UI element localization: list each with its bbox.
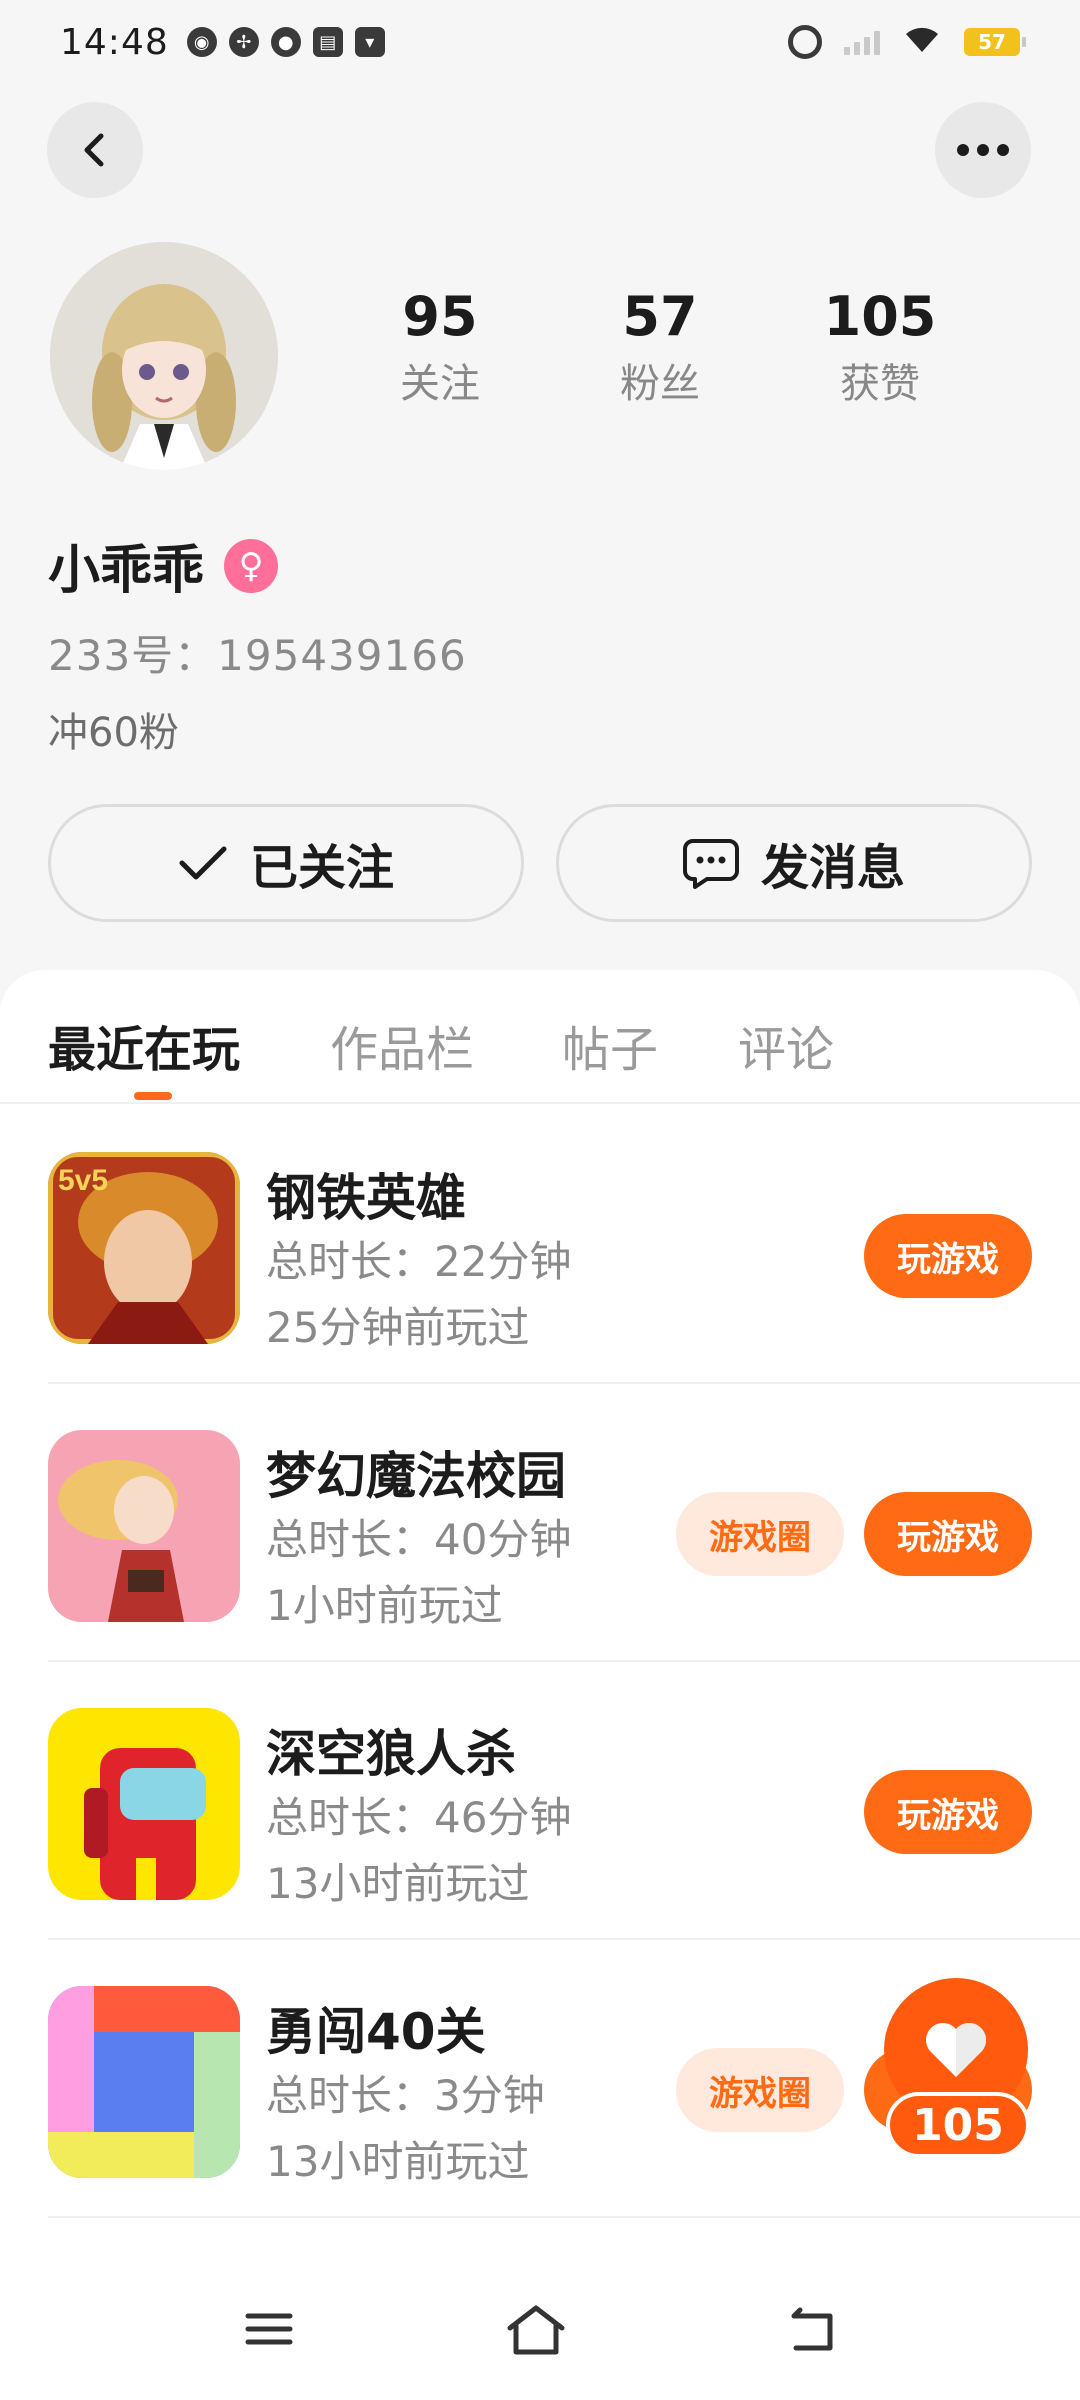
check-icon — [179, 846, 227, 880]
username: 小乖乖 — [48, 541, 205, 601]
avatar-illustration — [50, 242, 278, 470]
message-button-label: 发消息 — [760, 840, 905, 896]
game-icon — [48, 1986, 240, 2178]
home-icon[interactable] — [506, 2304, 566, 2356]
stat-label: 关注 — [400, 361, 480, 407]
alarm-icon — [788, 25, 822, 59]
account-id: 233号：195439166 — [48, 631, 467, 680]
tab-comments[interactable]: 评论 — [738, 1010, 834, 1080]
game-duration: 总时长：46分钟 — [266, 1793, 572, 1842]
status-bar: 14:48 ◉ ✢ ● ▤ ▾ 57 — [0, 0, 1080, 84]
tab-bar: 最近在玩 作品栏 帖子 评论 — [0, 970, 1080, 1104]
chevron-left-icon — [84, 133, 104, 167]
game-list-item[interactable]: 5v5 钢铁英雄 总时长：22分钟 25分钟前玩过 玩游戏 — [48, 1106, 1080, 1384]
menu-icon[interactable] — [244, 2304, 294, 2354]
game-last-played: 13小时前玩过 — [266, 2137, 530, 2186]
game-icon: 5v5 — [48, 1152, 240, 1344]
game-last-played: 25分钟前玩过 — [266, 1303, 530, 1352]
more-dots-icon — [957, 144, 1009, 156]
signal-icon — [844, 29, 880, 55]
back-button[interactable] — [47, 102, 143, 198]
floating-like-button[interactable]: 105 — [866, 1978, 1030, 2160]
game-title: 深空狼人杀 — [266, 1725, 516, 1783]
bio: 冲60粉 — [48, 710, 179, 756]
system-navigation-bar — [0, 2270, 1080, 2400]
chat-bubble-icon — [682, 839, 739, 889]
game-title: 梦幻魔法校园 — [266, 1447, 566, 1505]
profile-stats: 95 关注 57 粉丝 105 获赞 — [360, 285, 1000, 407]
game-icon — [48, 1430, 240, 1622]
more-button[interactable] — [935, 102, 1031, 198]
stat-value: 57 — [622, 285, 698, 348]
svg-text:5v5: 5v5 — [58, 1164, 108, 1197]
stat-value: 105 — [823, 285, 937, 348]
play-game-button[interactable]: 玩游戏 — [864, 1770, 1032, 1854]
game-duration: 总时长：40分钟 — [266, 1515, 572, 1564]
fan-icon: ✢ — [228, 27, 259, 57]
system-icons: 57 — [788, 24, 1026, 60]
game-list-item[interactable]: 深空狼人杀 总时长：46分钟 13小时前玩过 玩游戏 — [48, 1662, 1080, 1940]
stat-value: 95 — [402, 285, 478, 348]
mail-icon: ▾ — [354, 27, 385, 57]
message-button[interactable]: 发消息 — [556, 804, 1032, 922]
game-last-played: 1小时前玩过 — [266, 1581, 503, 1630]
stat-label: 获赞 — [840, 361, 920, 407]
stat-followers[interactable]: 57 粉丝 — [580, 285, 740, 407]
tab-posts[interactable]: 帖子 — [562, 1010, 658, 1080]
status-time: 14:48 — [60, 21, 169, 63]
back-icon[interactable] — [786, 2304, 838, 2354]
like-count-badge: 105 — [886, 2092, 1030, 2158]
stat-following[interactable]: 95 关注 — [360, 285, 520, 407]
following-button[interactable]: 已关注 — [48, 804, 524, 922]
game-last-played: 13小时前玩过 — [266, 1859, 530, 1908]
heart-icon — [925, 2022, 987, 2077]
avatar[interactable] — [50, 242, 278, 470]
calendar-icon: ▤ — [312, 27, 343, 57]
stat-label: 粉丝 — [620, 361, 700, 407]
username-row: 小乖乖 ♀ — [48, 528, 279, 603]
tab-indicator — [134, 1092, 172, 1100]
stat-likes[interactable]: 105 获赞 — [800, 285, 960, 407]
game-list-item[interactable]: 梦幻魔法校园 总时长：40分钟 1小时前玩过 游戏圈 玩游戏 — [48, 1384, 1080, 1662]
game-duration: 总时长：22分钟 — [266, 1237, 572, 1286]
game-title: 勇闯40关 — [266, 2003, 486, 2061]
game-circle-button[interactable]: 游戏圈 — [676, 1492, 844, 1576]
wifi-icon — [902, 24, 942, 60]
wechat-icon: ● — [270, 27, 301, 57]
game-icon — [48, 1708, 240, 1900]
female-gender-icon: ♀ — [224, 538, 279, 593]
game-circle-button[interactable]: 游戏圈 — [676, 2048, 844, 2132]
tab-works[interactable]: 作品栏 — [330, 1010, 474, 1080]
battery-icon: 57 — [964, 28, 1026, 56]
tab-recently-played[interactable]: 最近在玩 — [48, 1010, 240, 1080]
game-duration: 总时长：3分钟 — [266, 2071, 545, 2120]
play-game-button[interactable]: 玩游戏 — [864, 1492, 1032, 1576]
following-button-label: 已关注 — [249, 840, 394, 896]
compass-icon: ◉ — [186, 27, 217, 57]
game-title: 钢铁英雄 — [266, 1169, 466, 1227]
play-game-button[interactable]: 玩游戏 — [864, 1214, 1032, 1298]
notification-icons: ◉ ✢ ● ▤ ▾ — [186, 27, 385, 57]
